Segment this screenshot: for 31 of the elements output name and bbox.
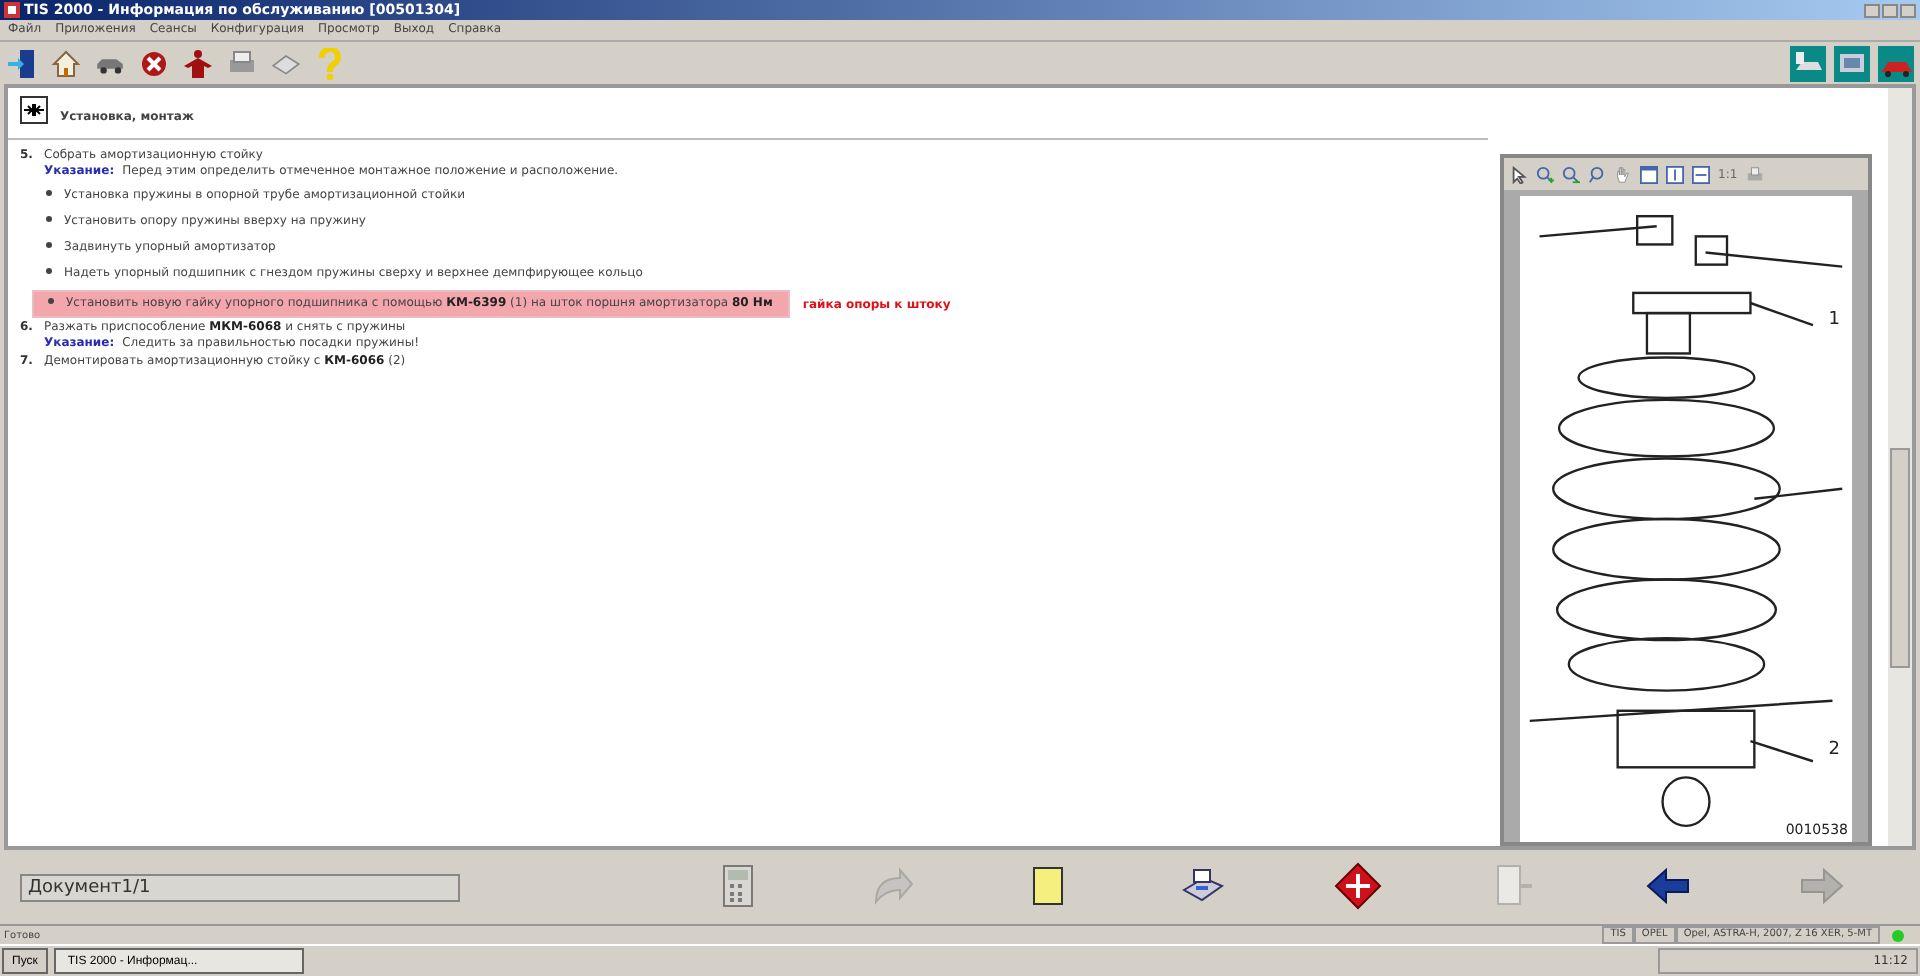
close-button[interactable] — [1900, 3, 1916, 17]
car-icon[interactable] — [1878, 45, 1914, 81]
search-icon[interactable] — [1588, 165, 1606, 183]
zoom-out-icon[interactable] — [1562, 165, 1580, 183]
fit-page-icon[interactable] — [1640, 165, 1658, 183]
hand-icon[interactable] — [1614, 165, 1632, 183]
warning-diamond-button[interactable] — [1331, 861, 1384, 913]
mechanic-car-icon[interactable] — [1790, 45, 1826, 81]
person-icon[interactable] — [182, 47, 214, 79]
home-icon[interactable] — [50, 47, 82, 79]
minimize-button[interactable] — [1864, 3, 1880, 17]
pointer-icon[interactable] — [1510, 165, 1528, 183]
maximize-button[interactable] — [1882, 3, 1898, 17]
zoom-in-icon[interactable] — [1536, 165, 1554, 183]
exit-door-icon[interactable] — [6, 47, 38, 79]
document-field: Документ1/1 — [20, 873, 460, 901]
cancel-icon[interactable] — [138, 47, 170, 79]
scrollbar[interactable] — [1888, 88, 1912, 846]
bullet-icon — [46, 242, 52, 249]
bullet-icon — [46, 268, 52, 275]
callout-label: 2 — [1828, 740, 1840, 760]
fit-height-icon[interactable] — [1666, 165, 1684, 183]
fit-width-icon[interactable] — [1692, 165, 1710, 183]
bullet-icon — [46, 216, 52, 223]
app-icon — [4, 2, 20, 18]
status-light-icon — [1892, 929, 1904, 941]
bullet-icon — [48, 298, 54, 305]
printer-icon[interactable] — [1745, 165, 1764, 183]
scroll-thumb[interactable] — [1890, 448, 1910, 668]
bullet-icon — [46, 190, 52, 197]
callout-label: 1 — [1828, 310, 1840, 330]
